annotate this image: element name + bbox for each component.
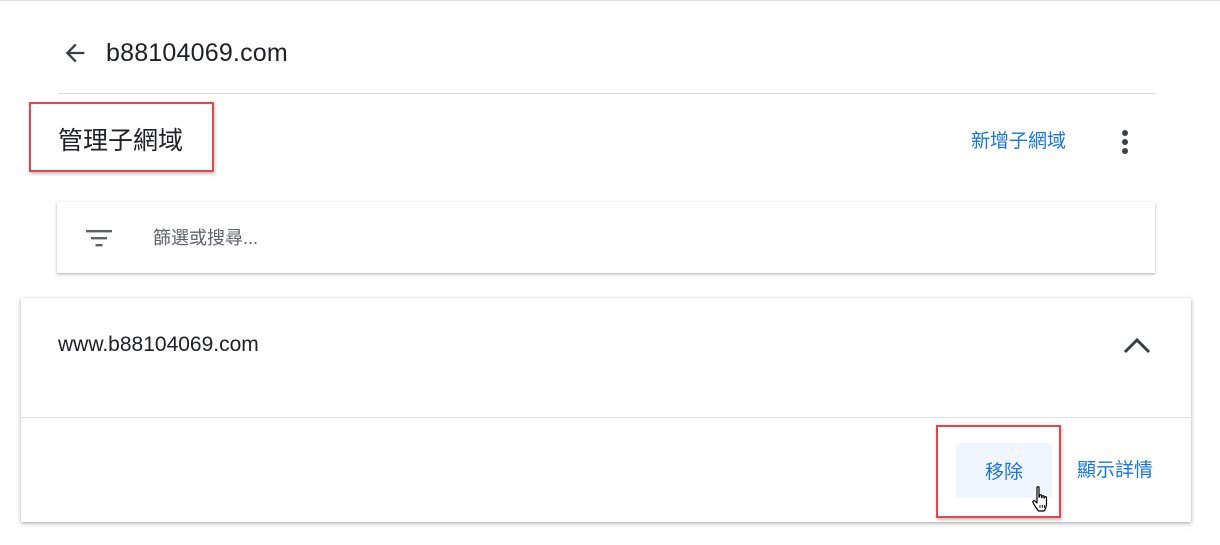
more-vert-icon bbox=[1122, 130, 1128, 154]
add-subdomain-button[interactable]: 新增子網域 bbox=[971, 128, 1066, 156]
back-button[interactable] bbox=[58, 36, 92, 70]
filter-bar bbox=[57, 202, 1155, 273]
arrow-back-icon bbox=[65, 43, 85, 63]
collapse-button[interactable] bbox=[1119, 328, 1155, 364]
top-border bbox=[0, 0, 1220, 1]
subdomain-name: www.b88104069.com bbox=[58, 333, 259, 356]
chevron-up-icon bbox=[1123, 337, 1151, 354]
title-highlight-box bbox=[29, 102, 214, 172]
show-details-button[interactable]: 顯示詳情 bbox=[1077, 457, 1153, 485]
card-divider bbox=[21, 417, 1191, 418]
search-input[interactable] bbox=[153, 220, 1113, 256]
filter-icon[interactable] bbox=[85, 224, 113, 252]
more-options-button[interactable] bbox=[1110, 124, 1140, 160]
hand-cursor-icon bbox=[1032, 486, 1048, 512]
domain-title: b88104069.com bbox=[106, 39, 288, 67]
header-divider bbox=[58, 93, 1155, 94]
domain-subdomain-page: b88104069.com 管理子網域 新增子網域 www.b88104069.… bbox=[0, 0, 1220, 545]
